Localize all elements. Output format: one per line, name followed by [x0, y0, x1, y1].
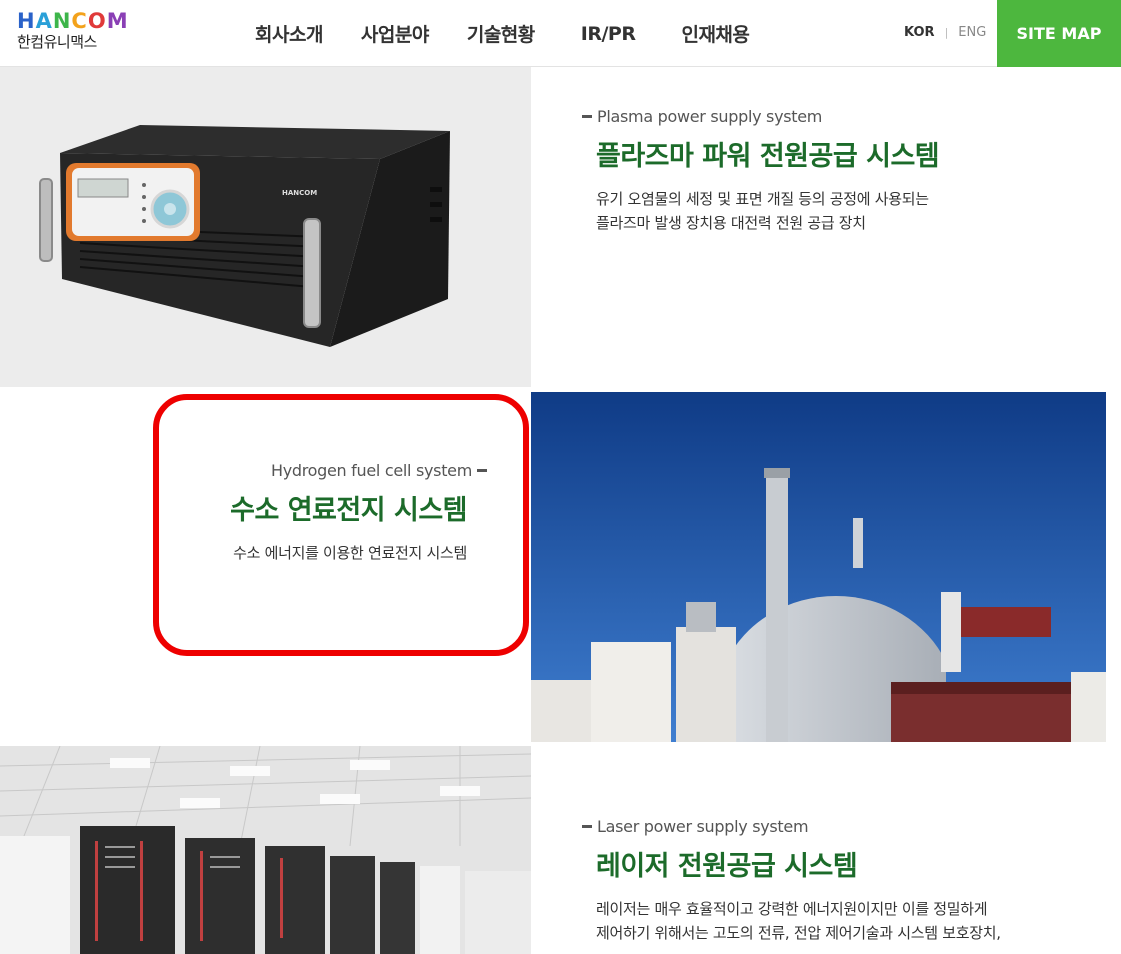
dash-icon — [582, 115, 592, 118]
laser-eng-subtitle: Laser power supply system — [582, 817, 1001, 836]
power-supply-device-illustration: HANCOM — [0, 67, 531, 387]
dash-icon — [582, 825, 592, 828]
server-room-illustration — [0, 746, 531, 954]
logo-subtitle: 한컴유니맥스 — [17, 33, 97, 51]
language-switch: KOR | ENG — [904, 25, 986, 40]
plasma-desc-line: 유기 오염물의 세정 및 표면 개질 등의 공정에 사용되는 — [596, 190, 929, 208]
plasma-title: 플라즈마 파워 전원공급 시스템 — [596, 141, 940, 172]
plasma-eng-subtitle: Plasma power supply system — [582, 107, 939, 126]
nav-item-company[interactable]: 회사소개 — [255, 20, 323, 47]
hydrogen-text-block: Hydrogen fuel cell system 수소 연료전지 시스템 수소… — [153, 461, 487, 565]
dash-icon — [477, 469, 487, 472]
laser-text-block: Laser power supply system 레이저 전원공급 시스템 레… — [582, 817, 1001, 945]
laser-desc-line: 제어하기 위해서는 고도의 전류, 전압 제어기술과 시스템 보호장치, — [596, 924, 1001, 942]
site-header: HANCOM 한컴유니맥스 회사소개 사업분야 기술현황 IR/PR 인재채용 … — [0, 0, 1121, 67]
laser-desc-line: 레이저는 매우 효율적이고 강력한 에너지원이지만 이를 정밀하게 — [596, 900, 988, 918]
lang-separator: | — [944, 26, 949, 39]
logo-wordmark: HANCOM — [17, 9, 129, 33]
hydrogen-desc-line: 수소 에너지를 이용한 연료전지 시스템 — [233, 544, 467, 562]
nav-item-technology[interactable]: 기술현황 — [467, 20, 535, 47]
power-plant-illustration — [531, 392, 1106, 742]
main-nav: 회사소개 사업분야 기술현황 IR/PR 인재채용 — [255, 0, 787, 67]
device-brand-label: HANCOM — [282, 189, 317, 197]
hancom-logo[interactable]: HANCOM 한컴유니맥스 — [17, 10, 132, 54]
plasma-eng-label: Plasma power supply system — [597, 107, 823, 126]
hydrogen-eng-subtitle: Hydrogen fuel cell system — [153, 461, 487, 480]
sitemap-button[interactable]: SITE MAP — [997, 0, 1121, 67]
hydrogen-plant-image — [531, 392, 1106, 742]
hydrogen-description: 수소 에너지를 이용한 연료전지 시스템 — [153, 541, 487, 565]
hydrogen-title: 수소 연료전지 시스템 — [230, 495, 467, 526]
laser-eng-label: Laser power supply system — [597, 817, 809, 836]
nav-item-business[interactable]: 사업분야 — [361, 20, 429, 47]
plasma-power-supply-image: HANCOM — [0, 67, 531, 387]
laser-description: 레이저는 매우 효율적이고 강력한 에너지원이지만 이를 정밀하게 제어하기 위… — [582, 897, 1001, 945]
lang-kor-link[interactable]: KOR — [904, 25, 935, 40]
nav-item-ir-pr[interactable]: IR/PR — [581, 23, 636, 45]
laser-server-image — [0, 746, 531, 954]
plasma-text-block: Plasma power supply system 플라즈마 파워 전원공급 … — [582, 107, 940, 235]
plasma-desc-line: 플라즈마 발생 장치용 대전력 전원 공급 장치 — [596, 214, 866, 232]
laser-title: 레이저 전원공급 시스템 — [596, 851, 858, 882]
plasma-description: 유기 오염물의 세정 및 표면 개질 등의 공정에 사용되는 플라즈마 발생 장… — [582, 187, 939, 235]
nav-item-recruit[interactable]: 인재채용 — [681, 20, 749, 47]
lang-eng-link[interactable]: ENG — [958, 25, 986, 40]
hydrogen-eng-label: Hydrogen fuel cell system — [270, 461, 472, 480]
